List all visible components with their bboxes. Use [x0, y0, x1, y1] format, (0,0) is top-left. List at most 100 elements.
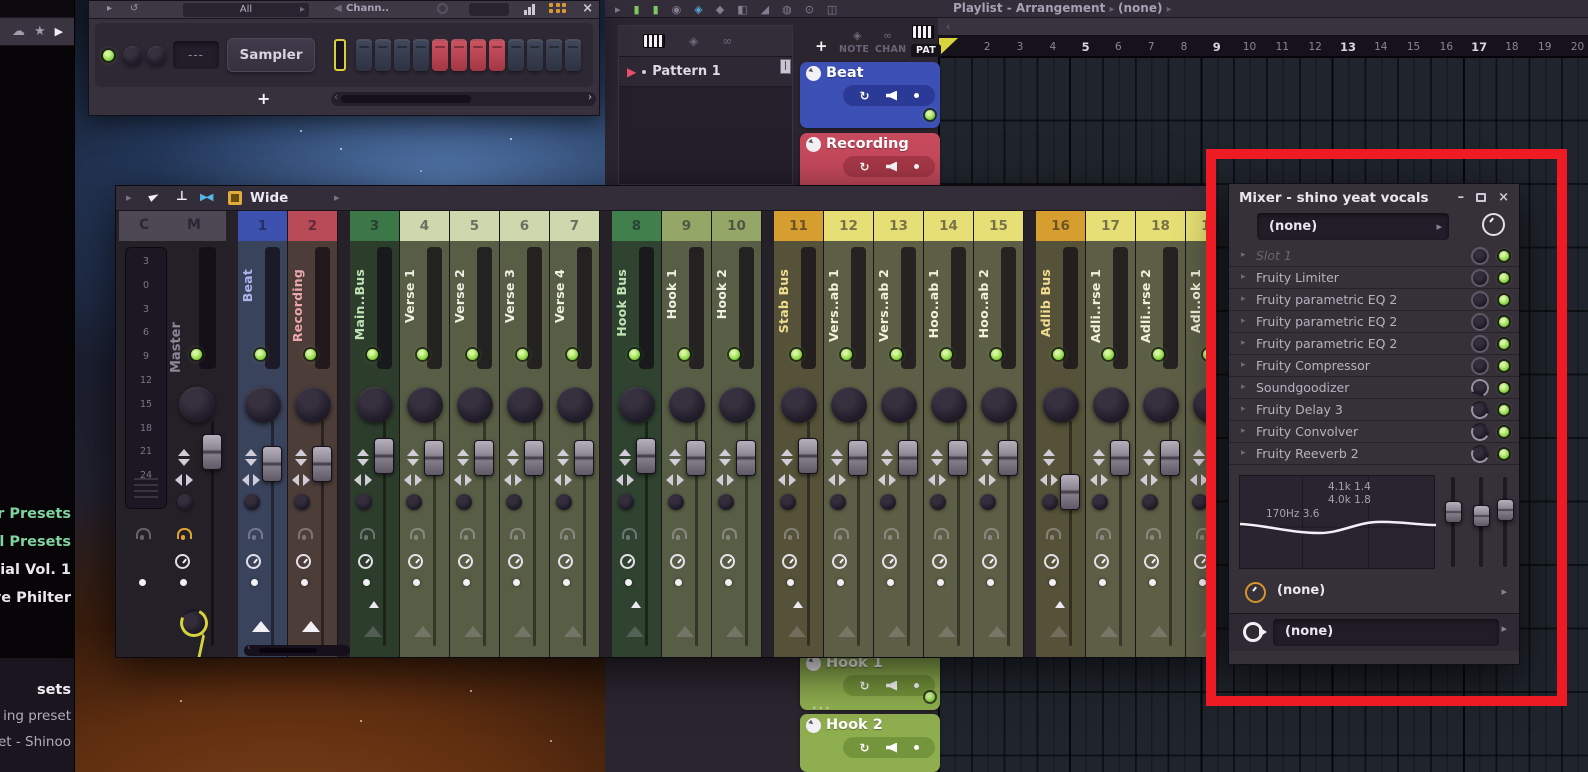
- eq-slider-handle[interactable]: [1497, 499, 1514, 521]
- step-icon[interactable]: ▮: [634, 4, 640, 15]
- browser-item[interactable]: tal Presets: [0, 534, 71, 550]
- pan-arrows-icon[interactable]: [778, 471, 797, 490]
- pan-knob[interactable]: [457, 387, 493, 423]
- dot-icon[interactable]: [913, 683, 919, 688]
- stereo-sep-arrows-icon[interactable]: [928, 449, 947, 468]
- select-dot[interactable]: [363, 579, 370, 586]
- clock-icon[interactable]: [670, 554, 685, 569]
- stereo-sep-arrows-icon[interactable]: [1190, 449, 1209, 468]
- route-arrow-icon[interactable]: [1055, 601, 1065, 608]
- output-selector-row[interactable]: (none) ▸: [1229, 613, 1519, 651]
- stereo-sep-arrows-icon[interactable]: [504, 449, 523, 468]
- record-icon[interactable]: ▮: [653, 4, 659, 15]
- small-knob[interactable]: [456, 494, 472, 510]
- mixer-channel-10[interactable]: 10 Hook 2: [712, 211, 762, 657]
- slot-enable-led[interactable]: [1499, 251, 1509, 261]
- mixer-channel-14[interactable]: 14 Hoo..ab 1: [924, 211, 974, 657]
- channel-enable-led[interactable]: [1153, 349, 1164, 360]
- record-loop-icon[interactable]: ↻: [859, 89, 869, 103]
- route-arrow-icon[interactable]: [631, 601, 641, 608]
- pan-arrows-icon[interactable]: [1040, 471, 1059, 490]
- select-dot[interactable]: [563, 579, 570, 586]
- clock-icon[interactable]: [782, 554, 797, 569]
- piano-icon[interactable]: [643, 34, 665, 48]
- channel-filter-dropdown[interactable]: All ▸: [183, 3, 309, 17]
- clock-icon[interactable]: [508, 554, 523, 569]
- route-arrow-dim-icon[interactable]: [564, 626, 582, 637]
- select-dot[interactable]: [413, 579, 420, 586]
- fader-handle[interactable]: [312, 446, 332, 482]
- channel-enable-led[interactable]: [517, 349, 528, 360]
- playback-icon[interactable]: ◫: [827, 4, 837, 15]
- fader-handle[interactable]: [1160, 440, 1180, 476]
- headphone-icon[interactable]: [621, 528, 637, 541]
- small-knob[interactable]: [618, 494, 634, 510]
- step-button[interactable]: [546, 39, 562, 71]
- pan-knob[interactable]: [619, 387, 655, 423]
- mix-knob[interactable]: [1471, 335, 1489, 353]
- step-button[interactable]: [508, 39, 524, 71]
- clock-icon[interactable]: [1094, 554, 1109, 569]
- headphone-icon[interactable]: [833, 528, 849, 541]
- channel-enable-led[interactable]: [679, 349, 690, 360]
- pan-knob[interactable]: [669, 387, 705, 423]
- small-knob[interactable]: [930, 494, 946, 510]
- mixer-channel-9[interactable]: 9 Hook 1: [662, 211, 712, 657]
- route-arrow-dim-icon[interactable]: [988, 626, 1006, 637]
- graph-editor-icon[interactable]: [524, 3, 535, 15]
- plugin-picker-icon[interactable]: ⊥: [176, 189, 188, 204]
- channel-enable-led[interactable]: [1103, 349, 1114, 360]
- eq-graph[interactable]: 4.1k 1.4 4.0k 1.8 170Hz 3.6: [1239, 475, 1436, 569]
- scrollbar-handle[interactable]: [259, 648, 317, 653]
- pan-arrows-icon[interactable]: [1140, 471, 1159, 490]
- step-button[interactable]: [470, 39, 486, 71]
- chevron-right-icon[interactable]: ▸: [334, 191, 340, 204]
- effect-slot-7[interactable]: ▸ Soundgoodizer: [1229, 376, 1519, 400]
- mix-knob[interactable]: [1468, 442, 1492, 466]
- pan-knob[interactable]: [295, 387, 331, 423]
- playlist-track-beat[interactable]: Beat ↻: [800, 62, 940, 128]
- clock-icon[interactable]: [458, 554, 473, 569]
- step-button[interactable]: [451, 39, 467, 71]
- pan-arrows-icon[interactable]: [242, 471, 261, 490]
- mixer-layout-label[interactable]: Wide: [250, 190, 288, 206]
- select-dot[interactable]: [463, 579, 470, 586]
- star-icon[interactable]: ★: [34, 24, 46, 39]
- headphone-icon[interactable]: [783, 528, 799, 541]
- route-arrow-icon[interactable]: [252, 621, 270, 632]
- stereo-sep-arrows-icon[interactable]: [554, 449, 573, 468]
- pan-knob[interactable]: [831, 387, 867, 423]
- small-knob[interactable]: [294, 494, 310, 510]
- fader-handle[interactable]: [262, 446, 282, 482]
- small-knob[interactable]: [406, 494, 422, 510]
- fader-handle[interactable]: [998, 440, 1018, 476]
- headphone-icon[interactable]: [247, 528, 263, 541]
- stereo-sep-arrows-icon[interactable]: [354, 449, 373, 468]
- fader-handle[interactable]: [636, 438, 656, 474]
- stereo-sep-arrows-icon[interactable]: [1040, 449, 1059, 468]
- pan-knob[interactable]: [931, 387, 967, 423]
- channel-enable-led[interactable]: [629, 349, 640, 360]
- pan-knob[interactable]: [781, 387, 817, 423]
- clock-icon[interactable]: [1144, 554, 1159, 569]
- fader-handle[interactable]: [736, 440, 756, 476]
- clock-icon[interactable]: [296, 554, 311, 569]
- master-pan-knob[interactable]: [179, 387, 215, 423]
- mixer-channel-8[interactable]: 8 Hook Bus: [612, 211, 662, 657]
- channel-enable-led[interactable]: [103, 50, 114, 61]
- record-loop-icon[interactable]: ↻: [859, 160, 869, 174]
- channel-pan-knob[interactable]: [123, 46, 142, 65]
- fader-handle[interactable]: [948, 440, 968, 476]
- headphone-icon[interactable]: [509, 528, 525, 541]
- effect-slot-8[interactable]: ▸ Fruity Delay 3: [1229, 398, 1519, 422]
- channel-target-display[interactable]: ---: [173, 41, 219, 69]
- channel-button-sampler[interactable]: Sampler: [227, 38, 315, 72]
- channel-enable-led[interactable]: [1053, 349, 1064, 360]
- route-arrow-icon[interactable]: [793, 601, 803, 608]
- stereo-sep-arrows-icon[interactable]: [292, 449, 311, 468]
- step-button[interactable]: [413, 39, 429, 71]
- pan-knob[interactable]: [507, 387, 543, 423]
- small-knob[interactable]: [556, 494, 572, 510]
- eq-slider-handle[interactable]: [1445, 501, 1462, 523]
- effect-slot-10[interactable]: ▸ Fruity Reeverb 2: [1229, 442, 1519, 466]
